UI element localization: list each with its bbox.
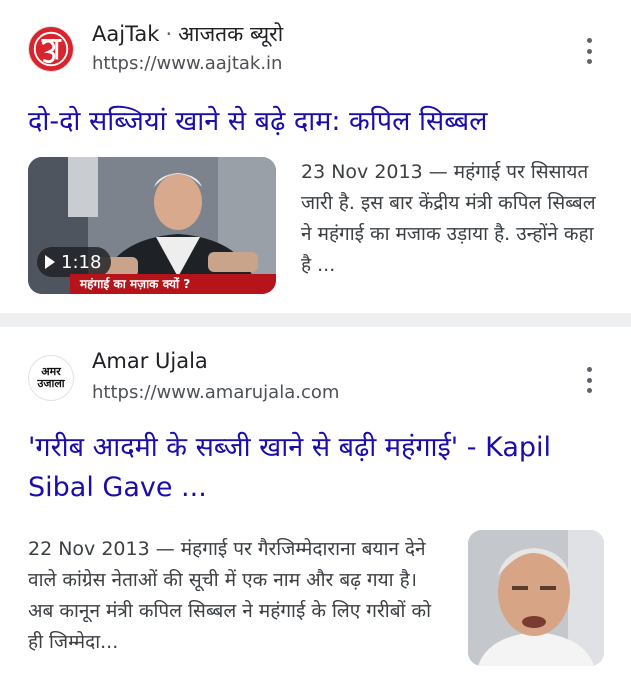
video-caption: महंगाई का मज़ाक क्यों ? bbox=[70, 274, 276, 294]
publisher-name: आजतक ब्यूरो bbox=[178, 22, 284, 46]
site-name: Amar Ujala bbox=[92, 349, 208, 373]
site-url: https://www.aajtak.in bbox=[92, 53, 283, 74]
search-result-amar-ujala: अमर उजाला Amar Ujala https://www.amaruja… bbox=[0, 327, 631, 680]
more-vert-icon[interactable] bbox=[584, 367, 594, 393]
site-name: AajTak bbox=[92, 22, 160, 46]
play-icon bbox=[45, 255, 55, 269]
result-title-link[interactable]: 'गरीब आदमी के सब्जी खाने से बढ़ी महंगाई'… bbox=[28, 428, 608, 508]
source-header[interactable]: AajTak · आजतक ब्यूरो https://www.aajtak.in bbox=[28, 20, 628, 76]
result-thumbnail-image bbox=[468, 530, 604, 666]
result-thumbnail[interactable] bbox=[468, 530, 604, 666]
result-snippet: 23 Nov 2013 — महंगाई पर सिसायत जारी है. … bbox=[301, 157, 601, 281]
video-duration-badge: 1:18 bbox=[37, 247, 112, 277]
results-divider bbox=[0, 313, 631, 327]
video-duration: 1:18 bbox=[61, 251, 102, 273]
aajtak-logo-icon bbox=[28, 26, 74, 72]
site-url: https://www.amarujala.com bbox=[92, 382, 340, 403]
source-header[interactable]: अमर उजाला Amar Ujala https://www.amaruja… bbox=[28, 349, 628, 405]
more-vert-icon[interactable] bbox=[584, 38, 594, 64]
result-title-link[interactable]: दो-दो सब्जियां खाने से बढ़े दाम: कपिल सि… bbox=[28, 102, 618, 142]
search-result-aajtak: AajTak · आजतक ब्यूरो https://www.aajtak.in… bbox=[0, 0, 631, 313]
snippet-dash: — bbox=[428, 161, 448, 183]
favicon-text-bottom: उजाला bbox=[37, 377, 65, 390]
site-name-line: AajTak · आजतक ब्यूरो bbox=[92, 20, 283, 48]
result-date: 22 Nov 2013 bbox=[28, 538, 150, 560]
result-date: 23 Nov 2013 bbox=[301, 161, 423, 183]
separator-dot: · bbox=[165, 22, 173, 46]
video-thumbnail[interactable]: 1:18 महंगाई का मज़ाक क्यों ? bbox=[28, 157, 276, 294]
amar-ujala-logo-icon: अमर उजाला bbox=[28, 355, 74, 401]
site-name-line: Amar Ujala bbox=[92, 349, 208, 373]
snippet-dash: — bbox=[155, 538, 175, 560]
result-snippet: 22 Nov 2013 — मंहगाई पर गैरजिम्मेदाराना … bbox=[28, 534, 448, 658]
